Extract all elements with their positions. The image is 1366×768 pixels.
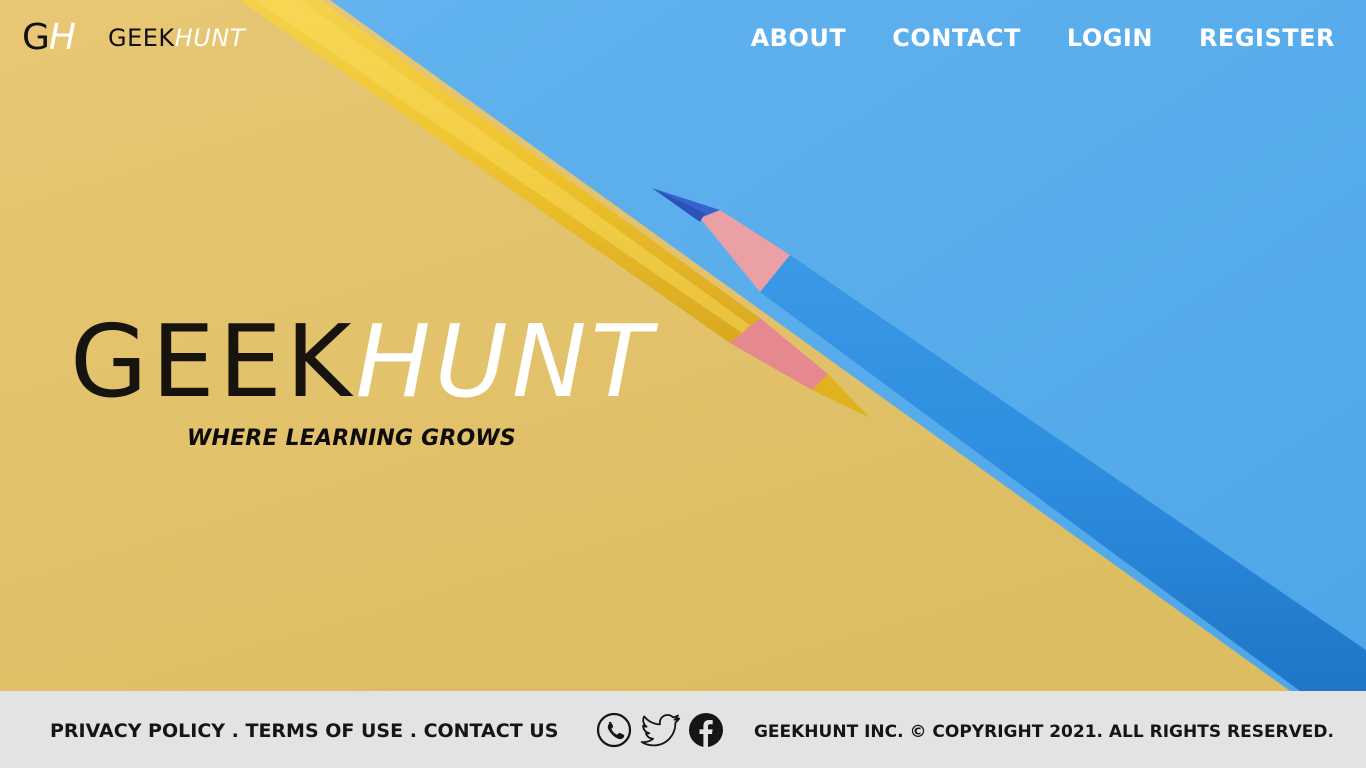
nav-contact-link[interactable]: CONTACT xyxy=(892,22,1021,54)
footer-links: PRIVACY POLICY . TERMS OF USE . CONTACT … xyxy=(50,719,558,743)
nav-register-link[interactable]: REGISTER xyxy=(1199,22,1335,54)
logo-mark[interactable]: GH xyxy=(22,16,76,60)
nav-about-link[interactable]: ABOUT xyxy=(751,22,847,54)
hero-tagline: WHERE LEARNING GROWS xyxy=(187,426,516,451)
logo-mark-g: G xyxy=(22,17,50,58)
hero-section: GH GEEKHUNT ABOUT CONTACT LOGIN REGISTER… xyxy=(0,0,1366,691)
footer-separator: . xyxy=(403,720,424,742)
privacy-policy-link[interactable]: PRIVACY POLICY xyxy=(50,720,225,742)
hero-title: GEEKHUNT xyxy=(70,312,656,412)
contact-us-link[interactable]: CONTACT US xyxy=(424,720,559,742)
page: GH GEEKHUNT ABOUT CONTACT LOGIN REGISTER… xyxy=(0,0,1366,768)
hero-title-hunt: HUNT xyxy=(355,303,656,420)
logo-wordmark[interactable]: GEEKHUNT xyxy=(108,24,245,52)
hero-title-geek: GEEK xyxy=(70,303,356,420)
nav-login-link[interactable]: LOGIN xyxy=(1067,22,1153,54)
social-icons xyxy=(596,712,724,748)
logo-wordmark-hunt: HUNT xyxy=(174,24,245,52)
copyright-text: GEEKHUNT INC. © COPYRIGHT 2021. ALL RIGH… xyxy=(753,722,1334,742)
phone-icon[interactable] xyxy=(596,712,632,748)
header: GH GEEKHUNT ABOUT CONTACT LOGIN REGISTER xyxy=(0,0,1366,78)
footer: PRIVACY POLICY . TERMS OF USE . CONTACT … xyxy=(0,691,1366,768)
footer-separator: . xyxy=(225,720,246,742)
logo-wordmark-geek: GEEK xyxy=(108,24,175,52)
twitter-icon[interactable] xyxy=(638,712,682,748)
logo-mark-h: H xyxy=(48,17,76,58)
top-nav: ABOUT CONTACT LOGIN REGISTER xyxy=(751,22,1335,54)
facebook-icon[interactable] xyxy=(688,712,724,748)
terms-of-use-link[interactable]: TERMS OF USE xyxy=(245,720,403,742)
